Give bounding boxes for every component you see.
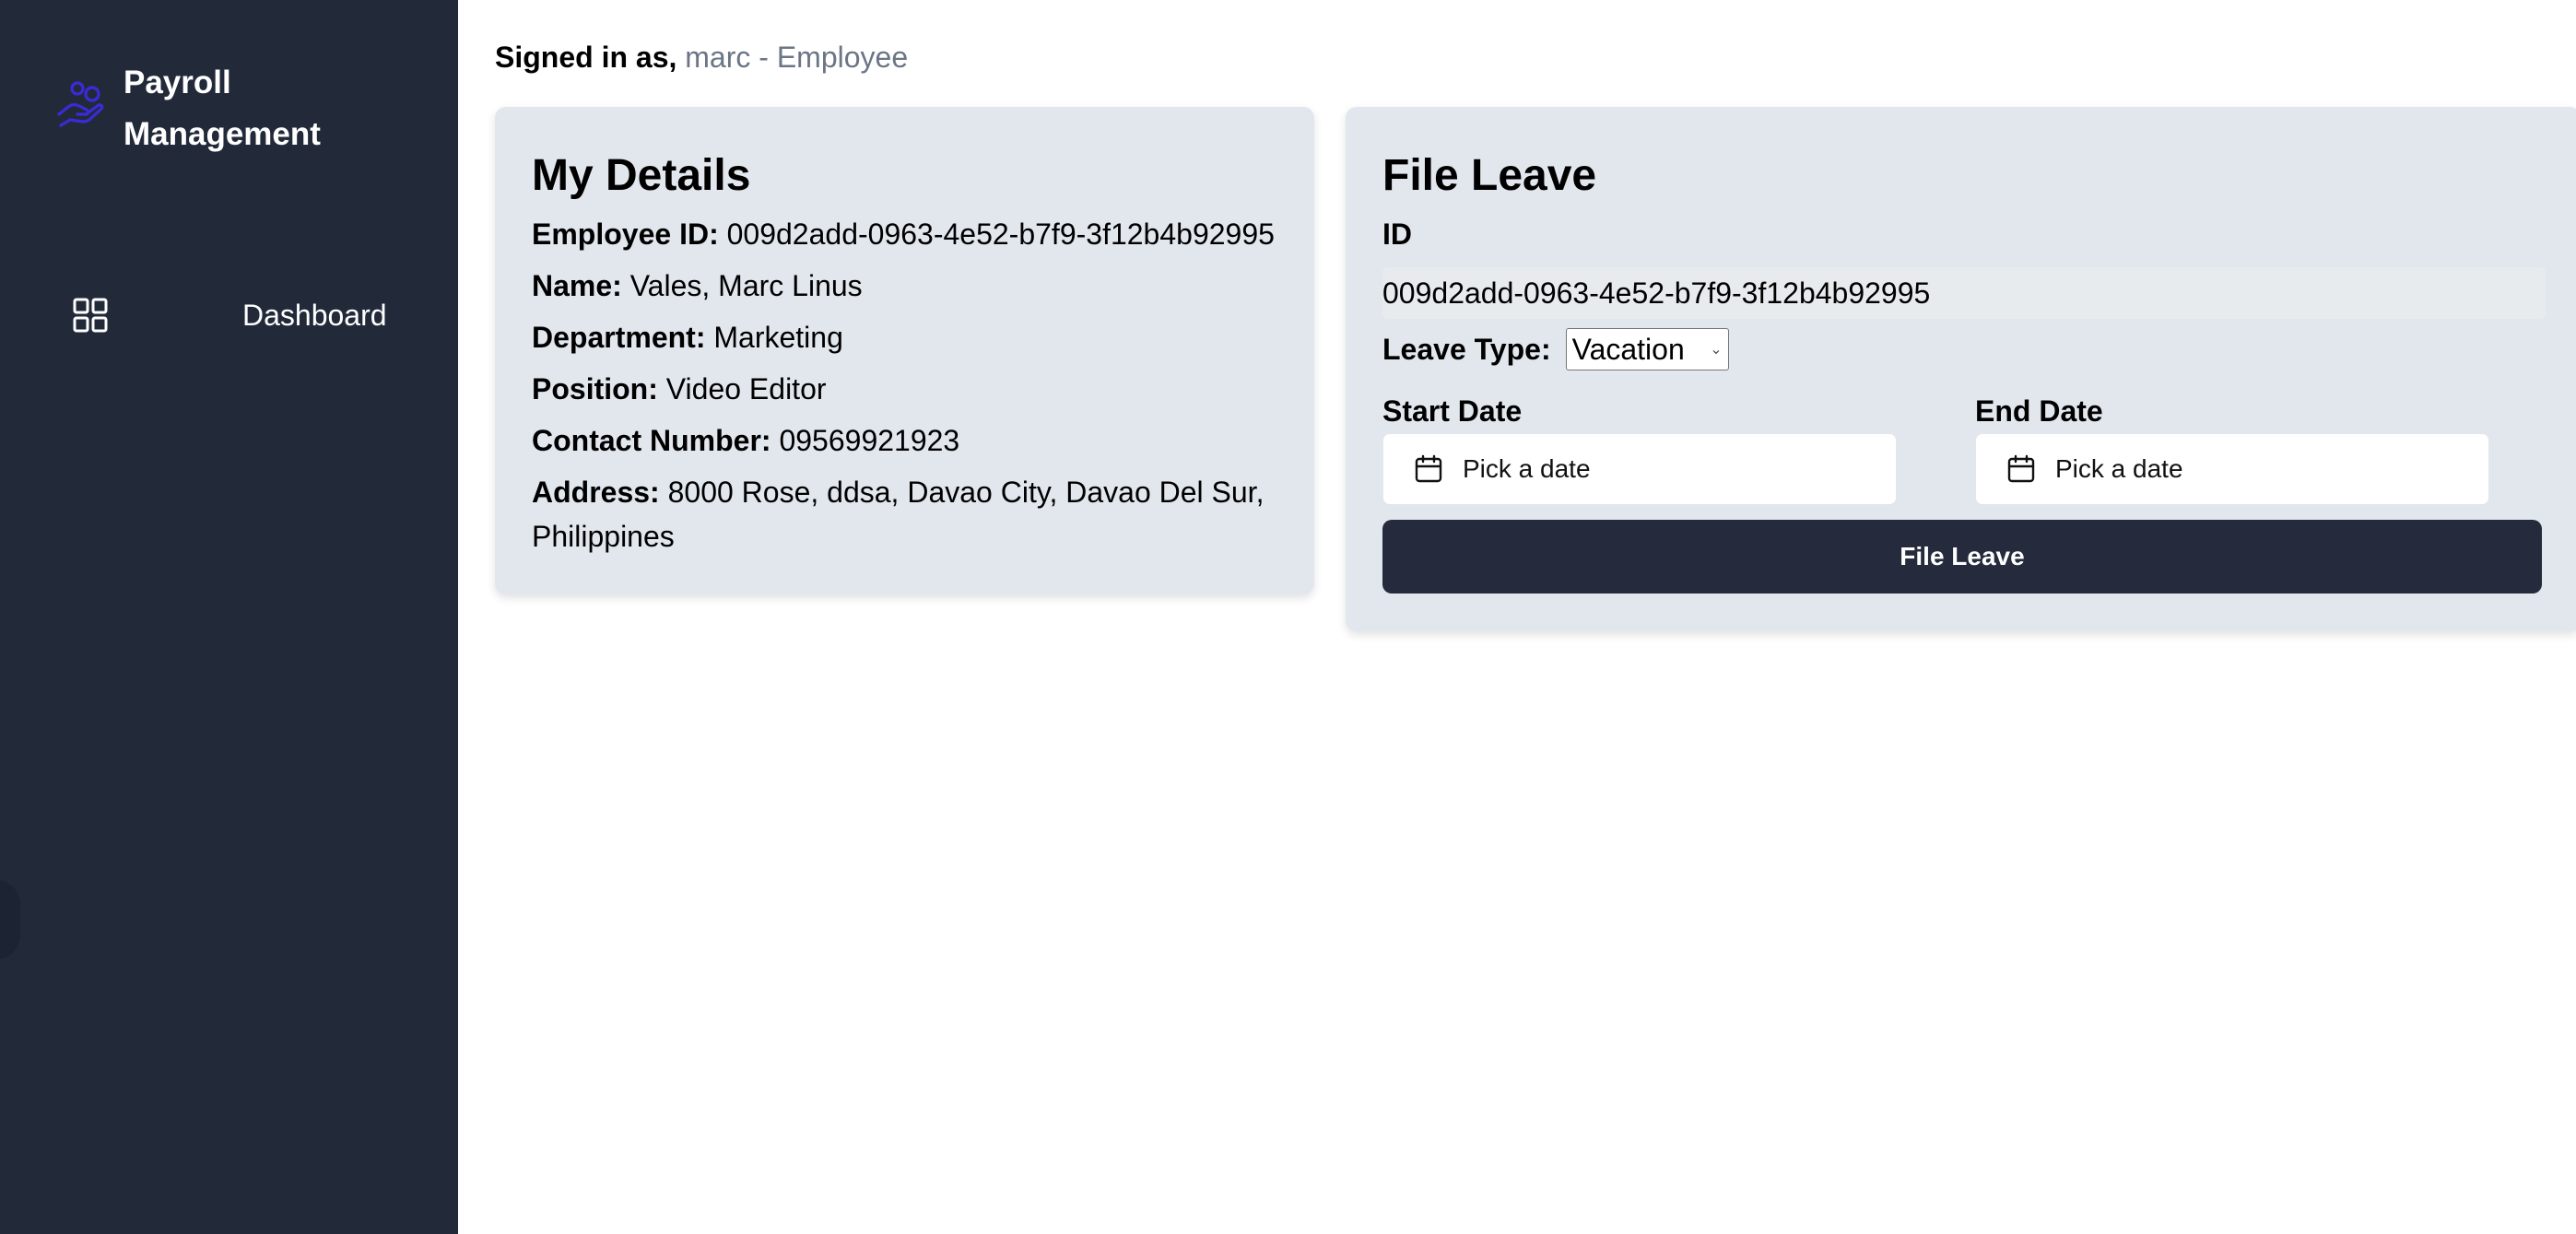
detail-value: 09569921923 <box>779 424 960 457</box>
file-leave-card: File Leave ID 009d2add-0963-4e52-b7f9-3f… <box>1346 107 2576 631</box>
hand-coins-icon <box>57 81 104 127</box>
detail-department: Department: Marketing <box>532 315 1288 359</box>
sidebar-item-label: Dashboard <box>242 298 387 332</box>
leave-type-select[interactable]: Vacation ⌄ <box>1565 328 1729 370</box>
end-date-placeholder: Pick a date <box>2055 454 2183 483</box>
detail-label: Address: <box>532 476 660 509</box>
sidebar-toggle-handle[interactable] <box>0 880 20 959</box>
end-date-label: End Date <box>1975 394 2103 428</box>
detail-value: 009d2add-0963-4e52-b7f9-3f12b4b92995 <box>726 217 1275 251</box>
calendar-icon <box>2007 454 2035 483</box>
end-date-picker[interactable]: Pick a date <box>1975 433 2489 505</box>
grid-icon <box>73 298 108 333</box>
detail-contact-number: Contact Number: 09569921923 <box>532 418 1288 463</box>
detail-label: Contact Number: <box>532 424 771 457</box>
start-date-label: Start Date <box>1382 394 1523 428</box>
signed-in-status: Signed in as, marc - Employee <box>495 37 908 77</box>
sidebar-item-dashboard[interactable]: Dashboard <box>72 289 404 341</box>
sidebar: Payroll Management Dashboard <box>0 0 458 1234</box>
file-leave-button[interactable]: File Leave <box>1382 520 2542 593</box>
start-date-picker[interactable]: Pick a date <box>1382 433 1897 505</box>
detail-address: Address: 8000 Rose, ddsa, Davao City, Da… <box>532 470 1288 558</box>
brand-line1: Payroll <box>124 65 231 100</box>
file-leave-title: File Leave <box>1382 151 1597 200</box>
signed-in-prefix: Signed in as, <box>495 41 677 74</box>
detail-value: Vales, Marc Linus <box>629 269 863 302</box>
detail-label: Name: <box>532 269 622 302</box>
leave-type-row: Leave Type: Vacation ⌄ <box>1382 328 1729 370</box>
leave-type-label: Leave Type: <box>1382 332 1551 366</box>
detail-label: Position: <box>532 372 658 405</box>
detail-value: Marketing <box>713 321 843 354</box>
start-date-placeholder: Pick a date <box>1463 454 1591 483</box>
my-details-title: My Details <box>532 151 751 200</box>
leave-id-label: ID <box>1382 217 1412 251</box>
leave-id-field: 009d2add-0963-4e52-b7f9-3f12b4b92995 <box>1382 267 2546 319</box>
leave-type-value: Vacation <box>1571 332 1685 366</box>
my-details-card: My Details Employee ID: 009d2add-0963-4e… <box>495 107 1314 594</box>
detail-position: Position: Video Editor <box>532 367 1288 411</box>
chevron-down-icon: ⌄ <box>1710 342 1723 358</box>
detail-label: Employee ID: <box>532 217 719 251</box>
detail-employee-id: Employee ID: 009d2add-0963-4e52-b7f9-3f1… <box>532 212 1288 256</box>
calendar-icon <box>1415 454 1442 483</box>
detail-label: Department: <box>532 321 706 354</box>
signed-in-user: marc - Employee <box>685 41 909 74</box>
brand-line2: Management <box>124 116 321 152</box>
brand: Payroll Management <box>55 57 321 160</box>
detail-name: Name: Vales, Marc Linus <box>532 264 1288 308</box>
detail-value: Video Editor <box>665 372 827 405</box>
